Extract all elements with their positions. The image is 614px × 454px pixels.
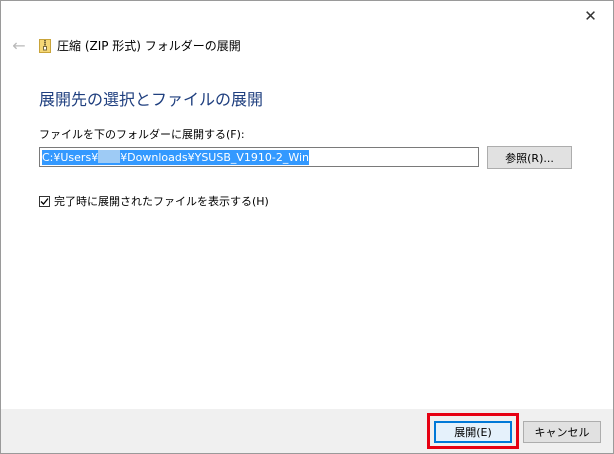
redacted-username: [98, 150, 121, 163]
show-files-option[interactable]: 完了時に展開されたファイルを表示する(H): [39, 193, 269, 209]
window-title: 圧縮 (ZIP 形式) フォルダーの展開: [57, 39, 241, 53]
show-files-checkbox[interactable]: [39, 195, 50, 207]
close-button[interactable]: ✕: [568, 1, 613, 31]
cancel-button[interactable]: キャンセル: [523, 421, 601, 443]
show-files-label: 完了時に展開されたファイルを表示する(H): [54, 195, 269, 208]
back-button[interactable]: ←: [9, 35, 29, 55]
zip-folder-icon: [39, 38, 51, 53]
path-selected-text: C:¥Users¥ ¥Downloads¥YSUSB_V1910-2_Win: [42, 150, 310, 165]
back-arrow-icon: ←: [12, 35, 26, 55]
path-suffix: ¥Downloads¥YSUSB_V1910-2_Win: [120, 151, 310, 164]
browse-button[interactable]: 参照(R)...: [487, 146, 572, 169]
extract-dialog: ✕ ← 圧縮 (ZIP 形式) フォルダーの展開 展開先の選択とファイルの展開 …: [0, 0, 614, 454]
dialog-footer: [1, 409, 613, 453]
destination-label: ファイルを下のフォルダーに展開する(F):: [39, 128, 245, 141]
page-title: 展開先の選択とファイルの展開: [39, 90, 264, 109]
close-icon: ✕: [584, 7, 597, 25]
destination-path-input[interactable]: C:¥Users¥ ¥Downloads¥YSUSB_V1910-2_Win: [39, 147, 479, 167]
checkmark-icon: [40, 197, 49, 205]
extract-button[interactable]: 展開(E): [434, 421, 512, 443]
path-prefix: C:¥Users¥: [42, 151, 99, 164]
